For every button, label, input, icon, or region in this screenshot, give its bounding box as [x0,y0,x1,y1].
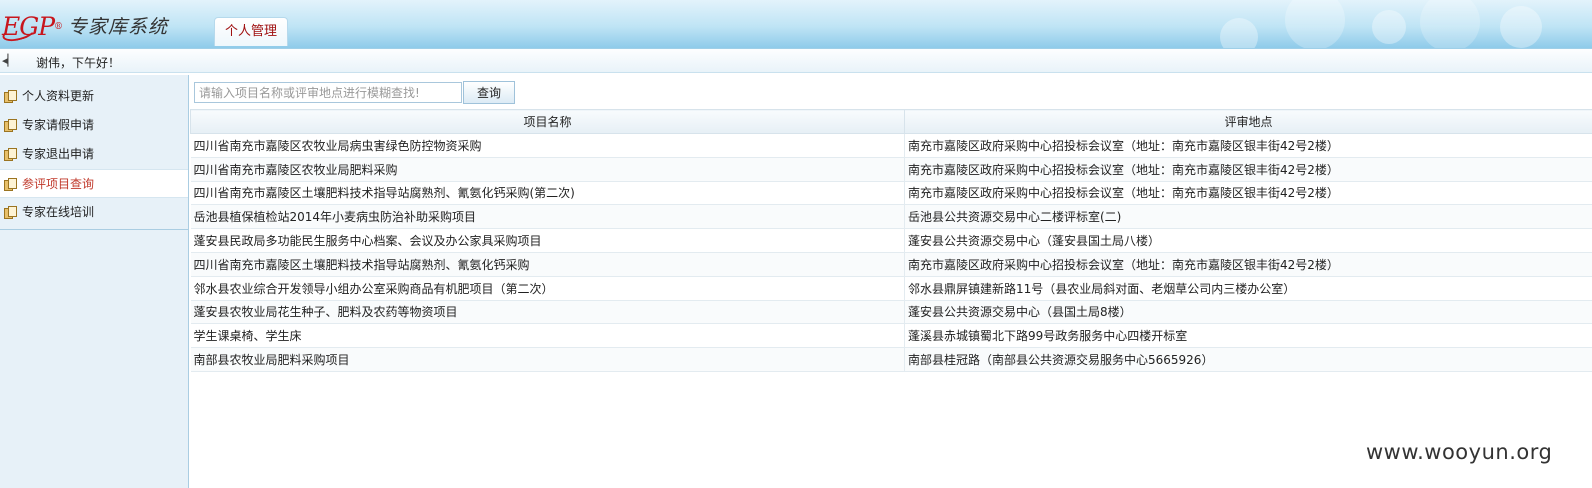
main-content: 查询 项目名称 评审地点 四川省南充市嘉陵区农牧业局病虫害绿色防控物资采购 南充… [190,75,1592,488]
document-icon [4,148,17,161]
cell-review-location: 南部县桂冠路（南部县公共资源交易服务中心5665926） [904,347,1592,372]
document-icon [4,119,17,132]
cell-project-name: 四川省南充市嘉陵区农牧业局肥料采购 [190,157,905,182]
table-row[interactable]: 四川省南充市嘉陵区农牧业局病虫害绿色防控物资采购 南充市嘉陵区政府采购中心招投标… [190,133,1592,158]
table-row[interactable]: 邻水县农业综合开发领导小组办公室采购商品有机肥项目（第二次） 邻水县鼎屏镇建新路… [190,276,1592,301]
document-icon [4,178,17,191]
search-button[interactable]: 查询 [463,81,515,104]
column-header-project-name: 项目名称 [190,109,905,134]
sidebar-item-label: 参评项目查询 [22,177,95,191]
decorative-bubble [1220,18,1258,48]
table-row[interactable]: 岳池县植保植检站2014年小麦病虫防治补助采购项目 岳池县公共资源交易中心二楼评… [190,204,1592,230]
decorative-bubble [1420,0,1480,48]
search-input[interactable] [194,82,462,103]
table-row[interactable]: 蓬安县民政局多功能民生服务中心档案、会议及办公家具采购项目 蓬安县公共资源交易中… [190,228,1592,253]
sidebar-item-profile-update[interactable]: 个人资料更新 [0,82,188,111]
sidebar-divider [0,229,188,230]
cell-review-location: 蓬安县公共资源交易中心（蓬安县国土局八楼） [904,228,1592,253]
cell-project-name: 四川省南充市嘉陵区土壤肥料技术指导站腐熟剂、氰氨化钙采购 [190,252,905,277]
watermark: www.wooyun.org [1366,440,1553,464]
sidebar-item-label: 个人资料更新 [22,89,95,103]
greeting-text: 谢伟，下午好！ [36,56,121,70]
table-row[interactable]: 学生课桌椅、学生床 蓬溪县赤城镇蜀北下路99号政务服务中心四楼开标室 [190,323,1592,349]
cell-project-name: 蓬安县民政局多功能民生服务中心档案、会议及办公家具采购项目 [190,228,905,253]
system-title: 专家库系统 [68,16,169,38]
column-header-review-location: 评审地点 [904,109,1592,134]
greeting-bar: ◂▏ 谢伟，下午好！ [0,48,1592,73]
cell-review-location: 蓬安县公共资源交易中心（县国土局8楼） [904,300,1592,325]
sidebar-item-label: 专家退出申请 [22,147,95,161]
sidebar: 个人资料更新 专家请假申请 专家退出申请 参评项目查询 专家在线培训 [0,75,189,488]
app-logo: EGP® 专家库系统 [0,8,169,45]
cell-review-location: 南充市嘉陵区政府采购中心招投标会议室（地址：南充市嘉陵区银丰街42号2楼） [904,181,1592,206]
sidebar-item-online-training[interactable]: 专家在线培训 [0,198,188,227]
cell-review-location: 南充市嘉陵区政府采购中心招投标会议室（地址：南充市嘉陵区银丰街42号2楼） [904,252,1592,277]
table-row[interactable]: 四川省南充市嘉陵区农牧业局肥料采购 南充市嘉陵区政府采购中心招投标会议室（地址：… [190,157,1592,182]
document-icon [4,90,17,103]
document-icon [4,206,17,219]
project-table: 项目名称 评审地点 四川省南充市嘉陵区农牧业局病虫害绿色防控物资采购 南充市嘉陵… [190,109,1592,372]
table-row[interactable]: 四川省南充市嘉陵区土壤肥料技术指导站腐熟剂、氰氨化钙采购 南充市嘉陵区政府采购中… [190,252,1592,277]
cell-project-name: 学生课桌椅、学生床 [190,323,905,349]
app-header: EGP® 专家库系统 个人管理 [0,0,1592,48]
cell-project-name: 四川省南充市嘉陵区土壤肥料技术指导站腐熟剂、氰氨化钙采购(第二次) [190,181,905,206]
sidebar-item-leave-request[interactable]: 专家请假申请 [0,111,188,140]
search-row: 查询 [190,75,1592,108]
cell-review-location: 南充市嘉陵区政府采购中心招投标会议室（地址：南充市嘉陵区银丰街42号2楼） [904,133,1592,158]
cell-project-name: 邻水县农业综合开发领导小组办公室采购商品有机肥项目（第二次） [190,276,905,301]
cell-review-location: 南充市嘉陵区政府采购中心招投标会议室（地址：南充市嘉陵区银丰街42号2楼） [904,157,1592,182]
cell-review-location: 邻水县鼎屏镇建新路11号（县农业局斜对面、老烟草公司内三楼办公室） [904,276,1592,301]
cell-review-location: 岳池县公共资源交易中心二楼评标室(二) [904,204,1592,230]
cell-review-location: 蓬溪县赤城镇蜀北下路99号政务服务中心四楼开标室 [904,323,1592,349]
cell-project-name: 南部县农牧业局肥料采购项目 [190,347,905,372]
decorative-bubble [1372,10,1406,44]
table-header-row: 项目名称 评审地点 [190,109,1592,134]
decorative-bubble [1500,6,1542,48]
sidebar-item-label: 专家在线培训 [22,205,95,219]
decorative-bubble [1285,0,1345,48]
cell-project-name: 四川省南充市嘉陵区农牧业局病虫害绿色防控物资采购 [190,133,905,158]
tab-personal-management[interactable]: 个人管理 [214,17,288,46]
sidebar-item-project-query[interactable]: 参评项目查询 [0,169,188,198]
cell-project-name: 岳池县植保植检站2014年小麦病虫防治补助采购项目 [190,204,905,230]
table-row[interactable]: 南部县农牧业局肥料采购项目 南部县桂冠路（南部县公共资源交易服务中心566592… [190,347,1592,372]
cell-project-name: 蓬安县农牧业局花生种子、肥料及农药等物资项目 [190,300,905,325]
table-row[interactable]: 四川省南充市嘉陵区土壤肥料技术指导站腐熟剂、氰氨化钙采购(第二次) 南充市嘉陵区… [190,181,1592,206]
table-row[interactable]: 蓬安县农牧业局花生种子、肥料及农药等物资项目 蓬安县公共资源交易中心（县国土局8… [190,300,1592,325]
sidebar-item-exit-request[interactable]: 专家退出申请 [0,140,188,169]
sidebar-item-label: 专家请假申请 [22,118,95,132]
collapse-sidebar-icon[interactable]: ◂▏ [2,55,16,67]
